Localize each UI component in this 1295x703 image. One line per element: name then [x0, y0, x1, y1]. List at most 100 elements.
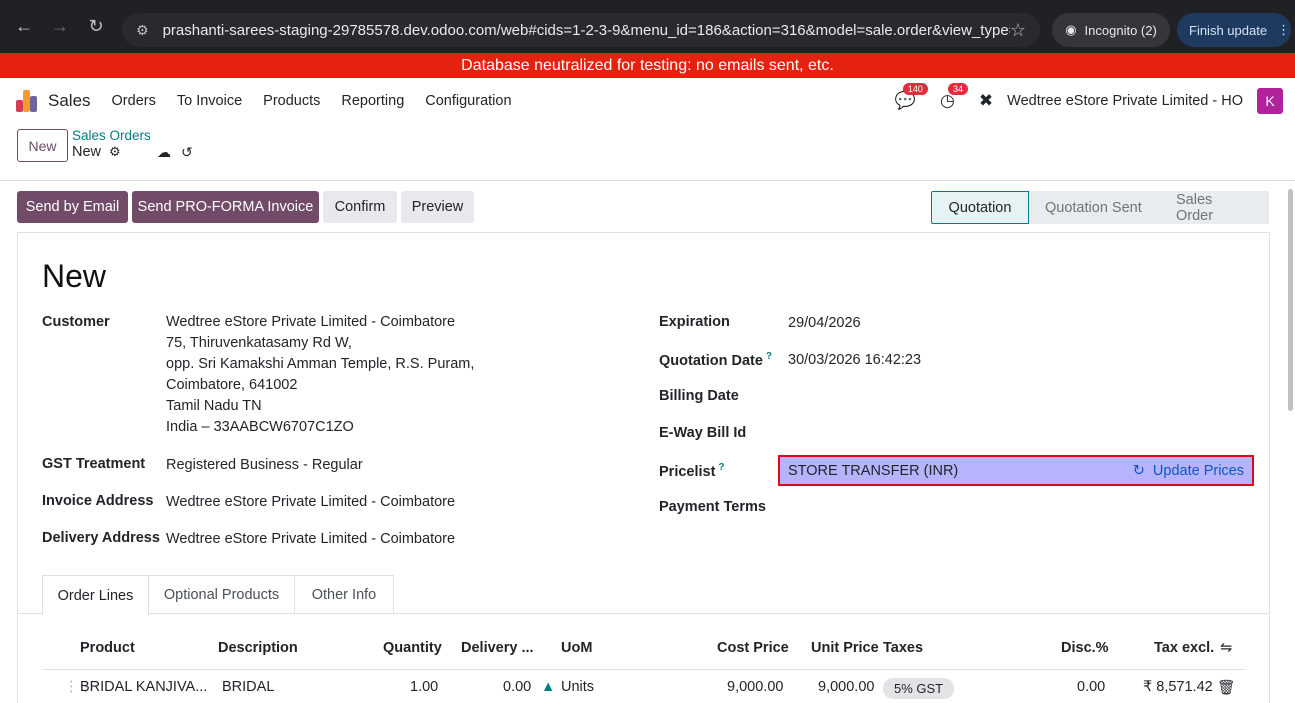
tab-order-lines[interactable]: Order Lines: [42, 575, 149, 615]
gst-treatment-label: GST Treatment: [42, 456, 146, 472]
row-unit-price[interactable]: 9,000.00: [818, 679, 874, 695]
delete-row-trash-icon[interactable]: 🗑: [1217, 679, 1235, 696]
save-cloud-icon[interactable]: ☁: [157, 144, 171, 161]
page-scrollbar[interactable]: [1286, 183, 1295, 703]
breadcrumb-current: New ⚙: [72, 144, 121, 160]
invoice-address-label: Invoice Address: [42, 493, 154, 509]
menu-products[interactable]: Products: [263, 93, 320, 109]
expiration-label: Expiration: [659, 314, 730, 330]
finish-update-button[interactable]: Finish update ⋮: [1177, 13, 1291, 47]
neutralized-banner: Database neutralized for testing: no ema…: [0, 53, 1295, 78]
address-bar[interactable]: ⚙ prashanti-sarees-staging-29785578.dev.…: [122, 13, 1040, 47]
back-icon[interactable]: ←: [10, 13, 38, 41]
user-avatar[interactable]: K: [1257, 88, 1283, 114]
notebook-tabs: Order Lines Optional Products Other Info: [17, 575, 1270, 615]
incognito-indicator[interactable]: ◉ Incognito (2): [1052, 13, 1170, 47]
discard-undo-icon[interactable]: ↺: [181, 144, 193, 161]
messages-badge: 140: [902, 83, 928, 95]
debug-tools-icon[interactable]: ✖: [979, 91, 993, 111]
forward-icon[interactable]: →: [46, 13, 74, 41]
row-quantity[interactable]: 1.00: [410, 679, 438, 695]
pricelist-label: Pricelist?: [659, 462, 725, 480]
activities-badge: 34: [948, 83, 969, 95]
control-panel: New Sales Orders New ⚙ ☁ ↺: [0, 124, 1295, 181]
new-record-button[interactable]: New: [17, 129, 68, 162]
messages-icon[interactable]: 💬 140: [895, 83, 928, 111]
customer-name: Wedtree eStore Private Limited - Coimbat…: [166, 314, 456, 330]
column-tax-excl[interactable]: Tax excl.: [1154, 640, 1214, 656]
stage-quotation[interactable]: Quotation: [931, 191, 1029, 224]
gear-icon[interactable]: ⚙: [109, 144, 121, 160]
update-prices-button[interactable]: ↻ Update Prices: [1133, 463, 1244, 479]
table-header-divider: [42, 669, 1246, 670]
row-subtotal: ₹ 8,571.42: [1143, 679, 1213, 695]
record-title: New: [42, 258, 107, 294]
forecast-chart-icon[interactable]: ▲: [541, 679, 555, 695]
incognito-icon: ◉: [1065, 22, 1077, 37]
row-delivered: 0.00: [503, 679, 532, 695]
bookmark-star-icon[interactable]: ☆: [1010, 20, 1026, 41]
tax-tag[interactable]: 5% GST: [883, 678, 955, 699]
optional-columns-icon[interactable]: ⇋: [1220, 640, 1232, 656]
help-tooltip-icon[interactable]: ?: [718, 462, 724, 473]
expiration-field[interactable]: 29/04/2026: [788, 315, 861, 331]
eway-bill-label: E-Way Bill Id: [659, 425, 747, 441]
column-taxes[interactable]: Taxes: [883, 640, 923, 656]
send-by-email-button[interactable]: Send by Email: [17, 191, 128, 223]
url-text: prashanti-sarees-staging-29785578.dev.od…: [162, 21, 1010, 39]
column-uom[interactable]: UoM: [561, 640, 592, 656]
customer-address-line: 75, Thiruvenkatasamy Rd W,: [166, 335, 352, 351]
pricelist-field[interactable]: STORE TRANSFER (INR) ↻ Update Prices: [778, 455, 1254, 486]
customer-address-line: Tamil Nadu TN: [166, 398, 262, 414]
quotation-date-field[interactable]: 30/03/2026 16:42:23: [788, 352, 921, 368]
customer-field[interactable]: Wedtree eStore Private Limited - Coimbat…: [166, 312, 474, 438]
payment-terms-label: Payment Terms: [659, 499, 766, 515]
delivery-address-label: Delivery Address: [42, 530, 160, 546]
send-proforma-button[interactable]: Send PRO-FORMA Invoice: [132, 191, 319, 223]
tab-other-info[interactable]: Other Info: [294, 575, 394, 614]
column-unit-price[interactable]: Unit Price: [811, 640, 879, 656]
row-cost-price[interactable]: 9,000.00: [727, 679, 783, 695]
menu-configuration[interactable]: Configuration: [425, 93, 511, 109]
help-tooltip-icon[interactable]: ?: [766, 351, 772, 362]
breadcrumb-sales-orders[interactable]: Sales Orders: [72, 128, 151, 143]
column-quantity[interactable]: Quantity: [383, 640, 442, 656]
pricelist-value[interactable]: STORE TRANSFER (INR): [788, 463, 1133, 479]
delivery-address-field[interactable]: Wedtree eStore Private Limited - Coimbat…: [166, 531, 455, 547]
row-product[interactable]: BRIDAL KANJIVA...: [80, 679, 207, 695]
preview-button[interactable]: Preview: [401, 191, 474, 223]
tab-optional-products[interactable]: Optional Products: [148, 575, 295, 614]
customer-address-line: opp. Sri Kamakshi Amman Temple, R.S. Pur…: [166, 356, 475, 372]
main-navbar: Sales Orders To Invoice Products Reporti…: [0, 78, 1295, 124]
column-description[interactable]: Description: [218, 640, 298, 656]
scrollbar-thumb[interactable]: [1288, 189, 1293, 411]
menu-orders[interactable]: Orders: [112, 93, 156, 109]
gst-treatment-field[interactable]: Registered Business - Regular: [166, 457, 363, 473]
row-uom[interactable]: Units: [561, 679, 594, 695]
stage-quotation-sent[interactable]: Quotation Sent: [1029, 191, 1160, 224]
row-discount[interactable]: 0.00: [1077, 679, 1105, 695]
column-discount[interactable]: Disc.%: [1061, 640, 1109, 656]
app-name[interactable]: Sales: [48, 91, 91, 111]
confirm-button[interactable]: Confirm: [323, 191, 397, 223]
column-cost-price[interactable]: Cost Price: [717, 640, 789, 656]
update-prices-label: Update Prices: [1152, 462, 1244, 479]
column-delivered[interactable]: Delivery ...: [461, 640, 534, 656]
kebab-menu-icon[interactable]: ⋮: [1277, 22, 1290, 38]
sales-app-icon[interactable]: [16, 89, 38, 112]
menu-reporting[interactable]: Reporting: [341, 93, 404, 109]
site-settings-icon[interactable]: ⚙: [136, 22, 149, 39]
customer-address-line: India – 33AABCW6707C1ZO: [166, 419, 354, 435]
company-switcher[interactable]: Wedtree eStore Private Limited - HO: [1007, 93, 1243, 109]
menu-to-invoice[interactable]: To Invoice: [177, 93, 242, 109]
invoice-address-field[interactable]: Wedtree eStore Private Limited - Coimbat…: [166, 494, 455, 510]
incognito-label: Incognito (2): [1084, 22, 1157, 38]
record-actions: ☁ ↺: [157, 144, 193, 161]
pricelist-label-text: Pricelist: [659, 463, 716, 480]
column-product[interactable]: Product: [80, 640, 135, 656]
finish-update-label: Finish update: [1189, 22, 1268, 38]
reload-icon[interactable]: ↻: [82, 13, 110, 41]
activities-clock-icon[interactable]: ◷ 34: [940, 83, 969, 111]
row-description[interactable]: BRIDAL: [222, 679, 274, 695]
stage-sales-order[interactable]: Sales Order: [1160, 191, 1269, 224]
